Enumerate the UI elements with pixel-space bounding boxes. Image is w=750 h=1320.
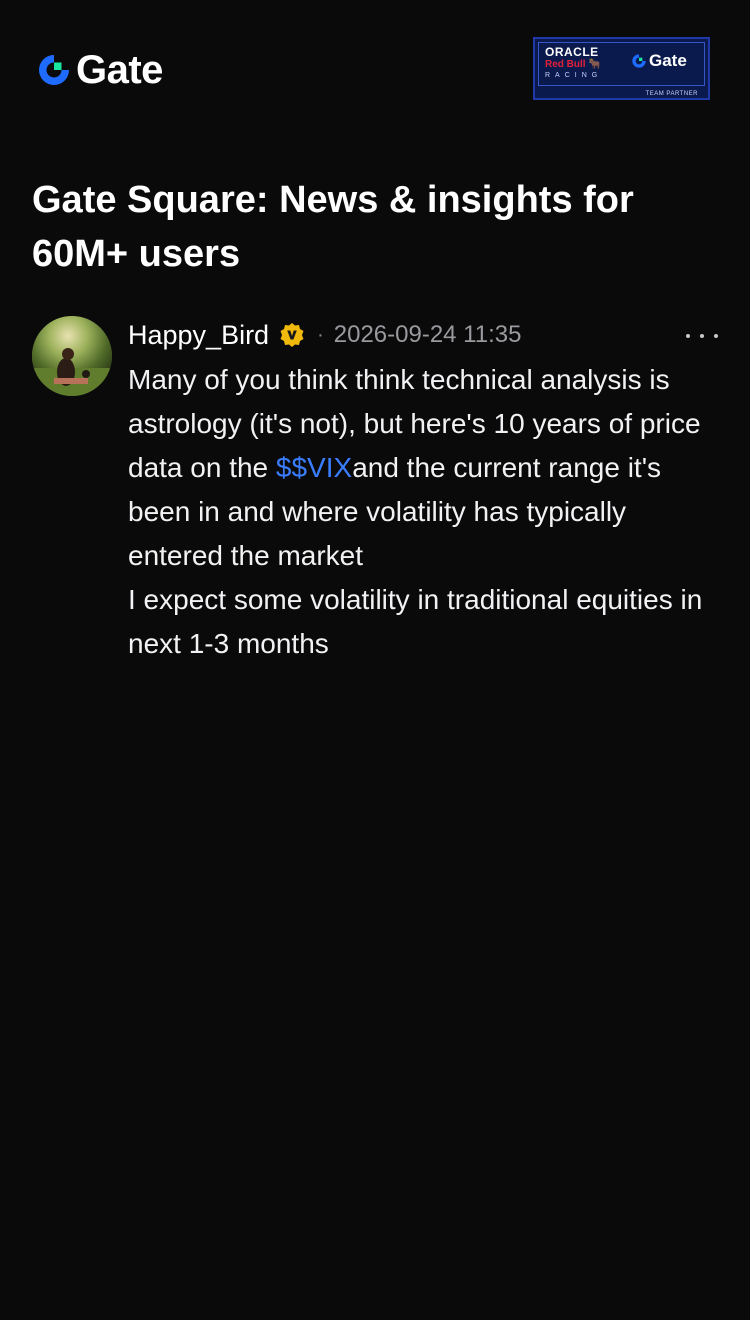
post-timestamp: 2026-09-24 11:35 [333,321,522,348]
post-body[interactable]: Many of you think think technical analys… [128,358,724,666]
more-horizontal-icon[interactable] [686,321,718,351]
redbull-text: Red Bull [545,59,586,70]
racing-label: RACING [545,72,603,79]
username[interactable]: Happy_Bird [128,320,269,351]
post-header: Happy_Bird · 2026-09-24 11:35 [128,316,718,354]
verified-badge-icon [280,323,304,347]
gate-logo-icon [39,55,69,85]
cashtag-link[interactable]: $$VIX [276,452,352,483]
partner-gate-text: Gate [649,51,687,70]
header: Gate ORACLE Red Bull 🐂 RACING Gate TEAM … [0,0,750,140]
oracle-label: ORACLE [545,45,599,59]
separator-dot: · [317,323,324,346]
more-dot [700,334,704,338]
bull-icon: 🐂 [588,59,602,70]
partner-gate-logo: Gate [631,51,687,71]
redbull-label: Red Bull 🐂 [545,59,601,70]
post-paragraph: Many of you think think technical analys… [128,358,724,578]
team-partner-label: TEAM PARTNER [645,91,698,97]
post-paragraph-2: I expect some volatility in traditional … [128,584,703,659]
gate-logo[interactable]: Gate [36,50,163,90]
avatar[interactable] [32,316,112,396]
more-dot [714,334,718,338]
gate-logo-icon [632,54,646,68]
page-title: Gate Square: News & insights for 60M+ us… [32,179,634,276]
avatar-image [32,316,112,396]
partner-banner[interactable]: ORACLE Red Bull 🐂 RACING Gate TEAM PARTN… [533,37,710,100]
more-dot [686,334,690,338]
logo-text: Gate [76,48,163,92]
